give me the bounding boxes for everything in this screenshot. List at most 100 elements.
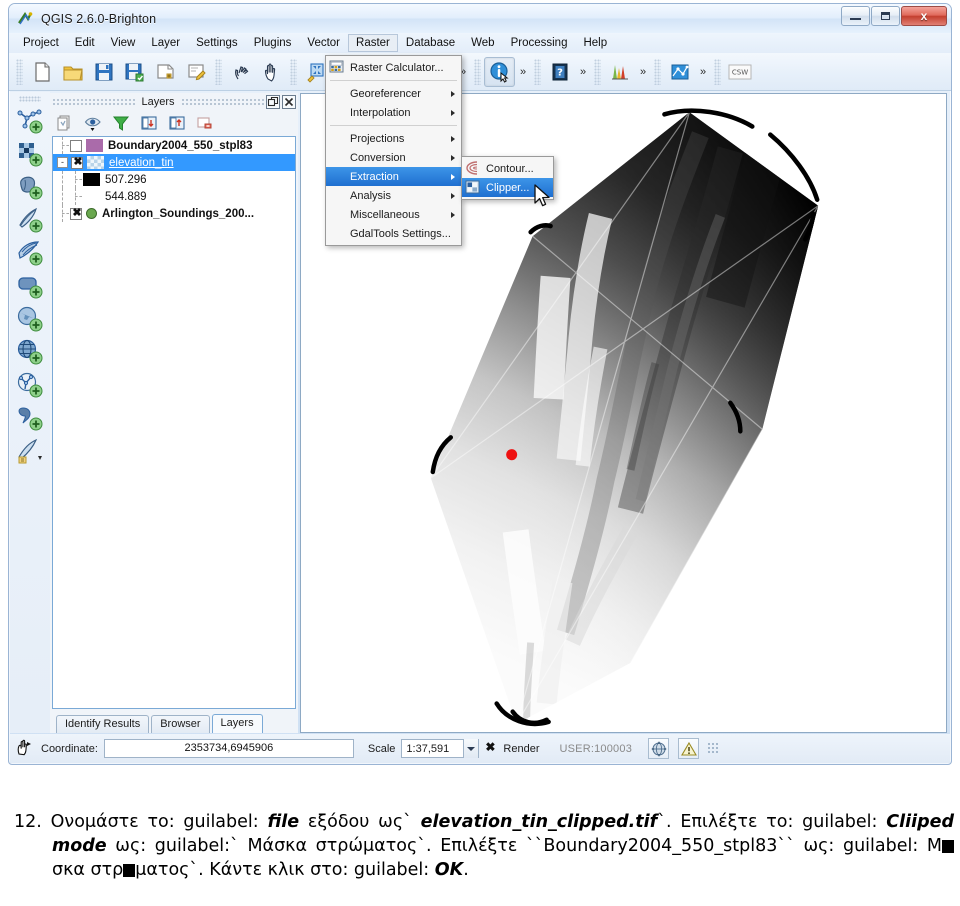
new-shapefile-layer-button[interactable] xyxy=(13,434,47,467)
menu-edit[interactable]: Edit xyxy=(67,34,103,52)
save-project-as-button[interactable] xyxy=(119,57,150,87)
legend-entry-min[interactable]: 507.296 xyxy=(53,171,295,188)
chevron-down-icon[interactable] xyxy=(463,739,479,758)
add-wms-layer-button[interactable] xyxy=(13,302,47,335)
close-icon[interactable] xyxy=(282,94,296,109)
add-delimited-text-layer-button[interactable] xyxy=(13,401,47,434)
toolbar-grip-6[interactable] xyxy=(594,58,601,85)
add-mssql-layer-button[interactable] xyxy=(13,236,47,269)
tab-identify-results[interactable]: Identify Results xyxy=(56,715,150,733)
add-postgis-layer-button[interactable] xyxy=(13,170,47,203)
expand-all-icon[interactable] xyxy=(138,113,160,133)
layer-elevation-tin[interactable]: - elevation_tin xyxy=(53,154,295,171)
toolbar-overflow-4[interactable]: » xyxy=(635,66,651,78)
layer-visibility-checkbox[interactable] xyxy=(70,139,82,152)
toolbar-grip-7[interactable] xyxy=(654,58,661,85)
eye-visibility-icon[interactable] xyxy=(82,113,104,133)
extraction-submenu[interactable]: Contour... Clipper... xyxy=(461,156,554,200)
layer-tree[interactable]: Boundary2004_550_stpl83 - elevation_tin 507… xyxy=(52,136,296,709)
toolbar-overflow-2[interactable]: » xyxy=(515,66,531,78)
toolbar-grip-2[interactable] xyxy=(215,58,222,85)
pan-map-button[interactable] xyxy=(256,57,287,87)
contour-icon xyxy=(465,161,482,176)
legend-entry-max[interactable]: 544.889 xyxy=(53,188,295,205)
warning-triangle-icon[interactable] xyxy=(678,738,700,759)
crs-status-label[interactable]: USER:100003 xyxy=(559,743,632,755)
layer-visibility-checkbox[interactable] xyxy=(70,207,83,220)
filter-funnel-icon[interactable] xyxy=(110,113,132,133)
new-project-button[interactable] xyxy=(26,57,57,87)
menu-processing[interactable]: Processing xyxy=(503,34,576,52)
extraction-menu-item-clipper[interactable]: Clipper... xyxy=(462,178,553,197)
menu-web[interactable]: Web xyxy=(463,34,502,52)
layer-arlington-soundings[interactable]: Arlington_Soundings_200... xyxy=(53,205,295,222)
save-project-button[interactable] xyxy=(88,57,119,87)
raster-menu-dropdown[interactable]: Raster Calculator... Georeferencer Interpo… xyxy=(325,55,462,246)
menu-item-label: Conversion xyxy=(350,151,406,164)
add-wfs-layer-button[interactable] xyxy=(13,368,47,401)
add-oracle-layer-button[interactable] xyxy=(13,269,47,302)
tin-interpolation-button[interactable] xyxy=(664,57,695,87)
csw-button[interactable]: CSW xyxy=(724,57,755,87)
collapse-all-icon[interactable] xyxy=(166,113,188,133)
menu-layer[interactable]: Layer xyxy=(143,34,188,52)
open-project-button[interactable] xyxy=(57,57,88,87)
new-print-composer-button[interactable] xyxy=(150,57,181,87)
layer-boundary2004[interactable]: Boundary2004_550_stpl83 xyxy=(53,137,295,154)
add-vector-layer-button[interactable] xyxy=(13,104,47,137)
coordinate-capture-icon[interactable] xyxy=(14,738,35,759)
add-wcs-layer-button[interactable] xyxy=(13,335,47,368)
menu-vector[interactable]: Vector xyxy=(299,34,348,52)
toolbar-grip-3[interactable] xyxy=(290,58,297,85)
toolbar-grip-5[interactable] xyxy=(534,58,541,85)
toolbar-overflow-3[interactable]: » xyxy=(575,66,591,78)
raster-menu-item-georeferencer[interactable]: Georeferencer xyxy=(326,84,461,103)
toolbar-grip[interactable] xyxy=(16,58,23,85)
raster-menu-item-conversion[interactable]: Conversion xyxy=(326,148,461,167)
raster-menu-item-raster-calculator[interactable]: Raster Calculator... xyxy=(326,58,461,77)
composer-manager-button[interactable] xyxy=(181,57,212,87)
add-spatialite-layer-button[interactable] xyxy=(13,203,47,236)
extraction-menu-item-contour[interactable]: Contour... xyxy=(462,159,553,178)
scale-combobox[interactable]: 1:37,591 xyxy=(401,739,480,758)
minimize-button[interactable] xyxy=(841,6,870,26)
dock-drag-handle-right[interactable] xyxy=(180,97,264,106)
undock-icon[interactable] xyxy=(266,94,280,109)
tree-expander-icon[interactable]: - xyxy=(57,157,68,168)
menu-raster[interactable]: Raster xyxy=(348,34,398,52)
toolbar-grip-8[interactable] xyxy=(714,58,721,85)
dock-drag-handle-left[interactable] xyxy=(52,97,136,106)
menu-plugins[interactable]: Plugins xyxy=(246,34,300,52)
menu-database[interactable]: Database xyxy=(398,34,463,52)
help-contents-button[interactable]: ? xyxy=(544,57,575,87)
menu-help[interactable]: Help xyxy=(575,34,615,52)
coordinate-input[interactable]: 2353734,6945906 xyxy=(103,739,354,758)
toolbar-grip-4[interactable] xyxy=(474,58,481,85)
raster-menu-item-projections[interactable]: Projections xyxy=(326,129,461,148)
menu-view[interactable]: View xyxy=(103,34,144,52)
menu-settings[interactable]: Settings xyxy=(188,34,246,52)
layer-visibility-checkbox[interactable] xyxy=(71,156,84,169)
tab-browser[interactable]: Browser xyxy=(151,715,210,733)
identify-features-button[interactable] xyxy=(484,56,515,87)
raster-menu-item-gdaltools-settings[interactable]: GdalTools Settings... xyxy=(326,224,461,243)
raster-menu-item-interpolation[interactable]: Interpolation xyxy=(326,103,461,122)
left-toolbar-grip[interactable] xyxy=(19,96,41,102)
raster-menu-item-analysis[interactable]: Analysis xyxy=(326,186,461,205)
add-raster-layer-button[interactable] xyxy=(13,137,47,170)
resize-grip[interactable] xyxy=(707,742,721,755)
maximize-button[interactable] xyxy=(871,6,900,26)
remove-layer-icon[interactable] xyxy=(194,113,216,133)
touch-zoom-button[interactable] xyxy=(225,57,256,87)
crs-globe-icon[interactable] xyxy=(648,738,670,759)
close-button[interactable]: x xyxy=(901,6,947,26)
menu-project[interactable]: Project xyxy=(15,34,67,52)
raster-menu-item-extraction[interactable]: Extraction xyxy=(326,167,461,186)
render-checkbox[interactable] xyxy=(485,740,497,755)
toolbar-overflow-5[interactable]: » xyxy=(695,66,711,78)
statistics-button[interactable] xyxy=(604,57,635,87)
tab-layers[interactable]: Layers xyxy=(211,714,263,733)
menu-item-label: Raster Calculator... xyxy=(350,61,444,74)
style-manager-icon[interactable] xyxy=(54,113,76,133)
raster-menu-item-miscellaneous[interactable]: Miscellaneous xyxy=(326,205,461,224)
